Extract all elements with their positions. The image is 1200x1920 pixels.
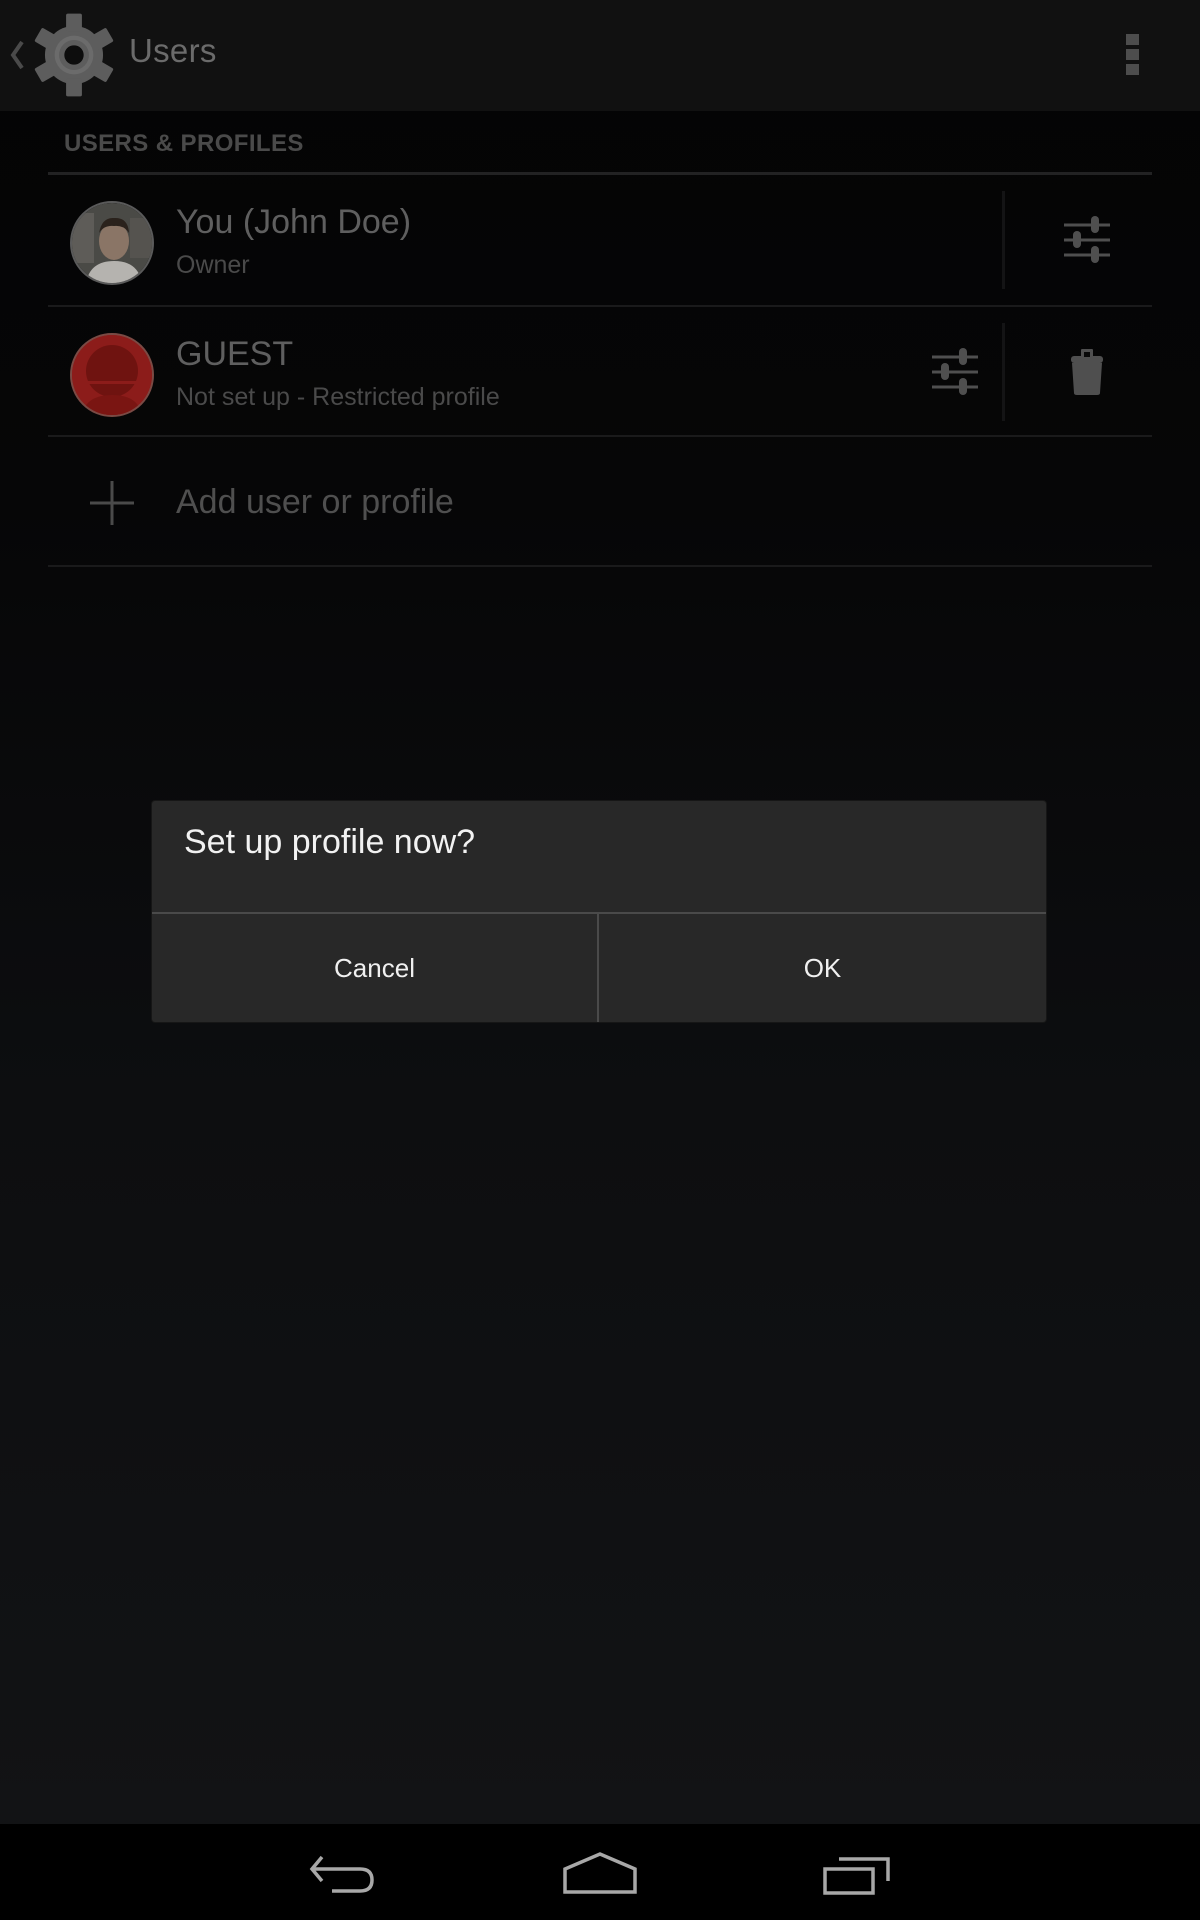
add-user-row[interactable]: Add user or profile bbox=[48, 437, 1152, 567]
user-row-owner[interactable]: You (John Doe) Owner bbox=[48, 175, 1152, 305]
user-status: Not set up - Restricted profile bbox=[176, 383, 500, 411]
plus-icon bbox=[90, 481, 134, 525]
user-row-guest[interactable]: GUEST Not set up - Restricted profile bbox=[48, 307, 1152, 437]
page-title: Users bbox=[129, 32, 217, 69]
ok-button[interactable]: OK bbox=[599, 914, 1046, 1022]
home-icon bbox=[563, 1852, 637, 1894]
overflow-menu-icon[interactable] bbox=[1126, 34, 1142, 78]
recents-icon bbox=[823, 1857, 890, 1895]
navigation-bar bbox=[0, 1824, 1200, 1920]
setup-profile-dialog: Set up profile now? Cancel OK bbox=[152, 801, 1046, 1022]
chevron-left-icon bbox=[10, 40, 24, 70]
avatar bbox=[70, 201, 154, 285]
vertical-divider bbox=[1002, 191, 1005, 289]
delete-guest-button[interactable] bbox=[1052, 337, 1122, 407]
back-button[interactable] bbox=[293, 1844, 393, 1904]
user-name: You (John Doe) bbox=[176, 203, 412, 241]
section-header: USERS & PROFILES bbox=[64, 130, 304, 157]
user-settings-button[interactable] bbox=[1052, 205, 1122, 275]
settings-sliders-icon bbox=[932, 348, 978, 395]
trash-icon bbox=[1071, 349, 1103, 395]
add-user-label: Add user or profile bbox=[176, 483, 454, 521]
settings-gear-icon bbox=[34, 13, 114, 97]
dialog-title: Set up profile now? bbox=[184, 823, 476, 861]
recents-button[interactable] bbox=[807, 1844, 907, 1904]
user-role: Owner bbox=[176, 251, 250, 279]
action-bar: Users bbox=[0, 0, 1200, 111]
back-icon bbox=[309, 1855, 374, 1893]
home-button[interactable] bbox=[550, 1844, 650, 1904]
guest-settings-button[interactable] bbox=[920, 337, 990, 407]
up-navigation[interactable] bbox=[0, 0, 125, 111]
vertical-divider bbox=[1002, 323, 1005, 421]
user-name: GUEST bbox=[176, 335, 294, 373]
cancel-button[interactable]: Cancel bbox=[152, 914, 597, 1022]
avatar bbox=[70, 333, 154, 417]
settings-sliders-icon bbox=[1064, 216, 1110, 263]
row-divider bbox=[48, 565, 1152, 567]
